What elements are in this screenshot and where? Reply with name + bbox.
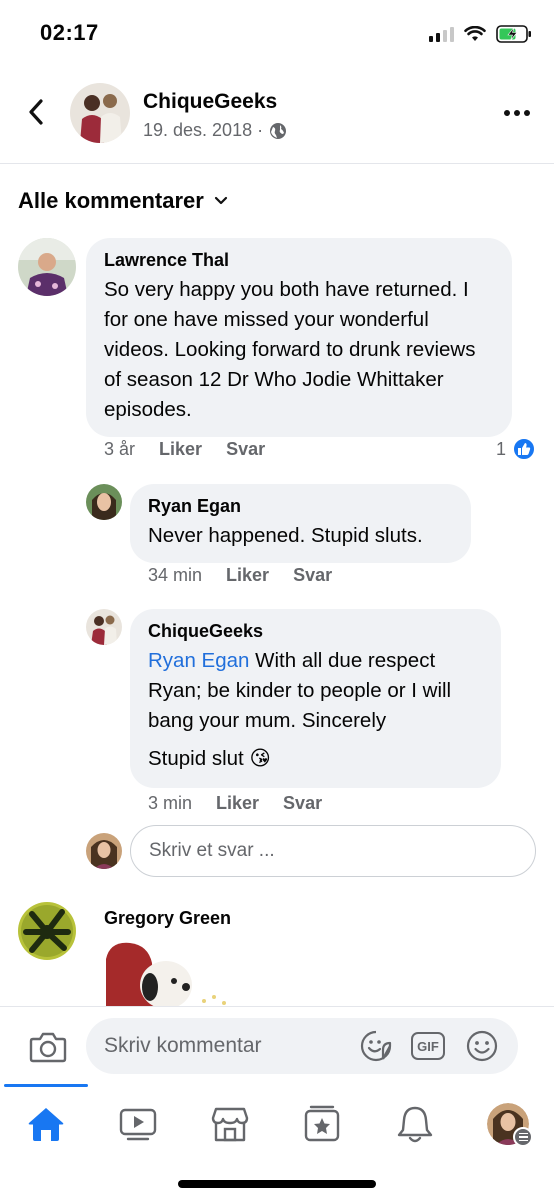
- page-name[interactable]: ChiqueGeeks: [143, 90, 277, 114]
- reply-button[interactable]: Svar: [293, 565, 332, 586]
- gif-label: GIF: [417, 1038, 439, 1054]
- camera-icon: [29, 1032, 67, 1063]
- comment-text-line: Stupid slut 😘: [148, 744, 483, 774]
- sticker-icon: [360, 1030, 392, 1062]
- avatar[interactable]: [86, 609, 122, 645]
- comment-filter-dropdown[interactable]: Alle kommentarer: [18, 188, 228, 214]
- mention-link[interactable]: Ryan Egan: [148, 649, 249, 672]
- comment-image[interactable]: [104, 937, 244, 1006]
- active-tab-indicator: [4, 1084, 88, 1087]
- reply-bubble[interactable]: ChiqueGeeks Ryan Egan With all due respe…: [130, 609, 501, 788]
- camera-button[interactable]: [28, 1027, 68, 1067]
- comment-bubble[interactable]: Lawrence Thal So very happy you both hav…: [86, 238, 512, 437]
- profile-avatar: [487, 1103, 533, 1147]
- post-date: 19. des. 2018 ·: [143, 120, 264, 140]
- like-button[interactable]: Liker: [159, 439, 202, 460]
- marketplace-icon: [211, 1107, 249, 1142]
- post-header: ChiqueGeeks 19. des. 2018 ·: [0, 80, 554, 164]
- reaction-summary[interactable]: 1: [496, 437, 536, 461]
- comment-text: Never happened. Stupid sluts.: [148, 524, 423, 547]
- comment-actions: 34 min Liker Svar: [148, 565, 332, 586]
- home-icon: [28, 1108, 64, 1141]
- gif-icon: GIF: [411, 1032, 445, 1060]
- reply-input[interactable]: Skriv et svar ...: [130, 825, 536, 877]
- reply-button[interactable]: Svar: [226, 439, 265, 460]
- comment-text: So very happy you both have returned. I …: [104, 278, 476, 421]
- wifi-icon: [464, 26, 486, 41]
- chevron-left-icon: [29, 99, 43, 125]
- home-indicator: [178, 1180, 376, 1188]
- comment-time[interactable]: 34 min: [148, 565, 202, 586]
- comment-author[interactable]: Gregory Green: [104, 908, 231, 929]
- tab-marketplace[interactable]: [208, 1102, 252, 1146]
- video-icon: [119, 1108, 157, 1141]
- comment-author[interactable]: Ryan Egan: [148, 496, 453, 517]
- tab-menu[interactable]: [486, 1102, 533, 1147]
- battery-charging-icon: [496, 25, 531, 43]
- comment-author[interactable]: Lawrence Thal: [104, 250, 494, 271]
- status-time: 02:17: [40, 20, 99, 45]
- tab-video[interactable]: [116, 1102, 160, 1146]
- status-icons: [429, 22, 532, 46]
- back-button[interactable]: [18, 94, 54, 130]
- comment-actions: 3 år Liker Svar: [104, 439, 265, 460]
- chevron-down-icon: [214, 196, 227, 205]
- post-meta: 19. des. 2018 ·: [143, 120, 287, 141]
- like-button[interactable]: Liker: [216, 793, 259, 814]
- avatar[interactable]: [86, 484, 122, 520]
- user-avatar: [86, 833, 122, 869]
- tab-home[interactable]: [24, 1102, 68, 1146]
- more-options-button[interactable]: [502, 98, 532, 128]
- signal-icon: [429, 26, 454, 42]
- globe-icon: [270, 122, 287, 139]
- menu-icon: [513, 1127, 533, 1147]
- comment-actions: 3 min Liker Svar: [148, 793, 322, 814]
- emoji-button[interactable]: [464, 1028, 500, 1064]
- gif-button[interactable]: GIF: [410, 1028, 446, 1064]
- comment-time[interactable]: 3 år: [104, 439, 135, 460]
- reply-input-placeholder: Skriv et svar ...: [149, 840, 275, 861]
- reaction-count: 1: [495, 438, 506, 459]
- smiley-icon: [466, 1030, 498, 1062]
- comment-composer: Skriv kommentar GIF: [0, 1006, 554, 1084]
- tab-notifications[interactable]: [393, 1102, 437, 1146]
- comment-author[interactable]: ChiqueGeeks: [148, 621, 483, 642]
- reply-button[interactable]: Svar: [283, 793, 322, 814]
- kissing-emoji-icon: 😘: [249, 747, 271, 770]
- page-avatar[interactable]: [70, 83, 130, 143]
- tab-pages[interactable]: [300, 1102, 344, 1146]
- status-bar: 02:17: [0, 0, 554, 70]
- avatar[interactable]: [18, 238, 76, 296]
- like-reaction-icon: [512, 437, 536, 461]
- bell-icon: [397, 1106, 433, 1143]
- reply-bubble[interactable]: Ryan Egan Never happened. Stupid sluts.: [130, 484, 471, 563]
- sticker-button[interactable]: [358, 1028, 394, 1064]
- like-button[interactable]: Liker: [226, 565, 269, 586]
- comment-time[interactable]: 3 min: [148, 793, 192, 814]
- comment-input-placeholder: Skriv kommentar: [104, 1034, 262, 1057]
- avatar[interactable]: [18, 902, 76, 960]
- pages-icon: [304, 1105, 340, 1142]
- comment-text: Ryan Egan With all due respect Ryan; be …: [148, 646, 483, 736]
- comment-input[interactable]: Skriv kommentar GIF: [86, 1018, 518, 1074]
- comment-text-line-2: Stupid slut: [148, 747, 244, 770]
- filter-label: Alle kommentarer: [18, 188, 204, 213]
